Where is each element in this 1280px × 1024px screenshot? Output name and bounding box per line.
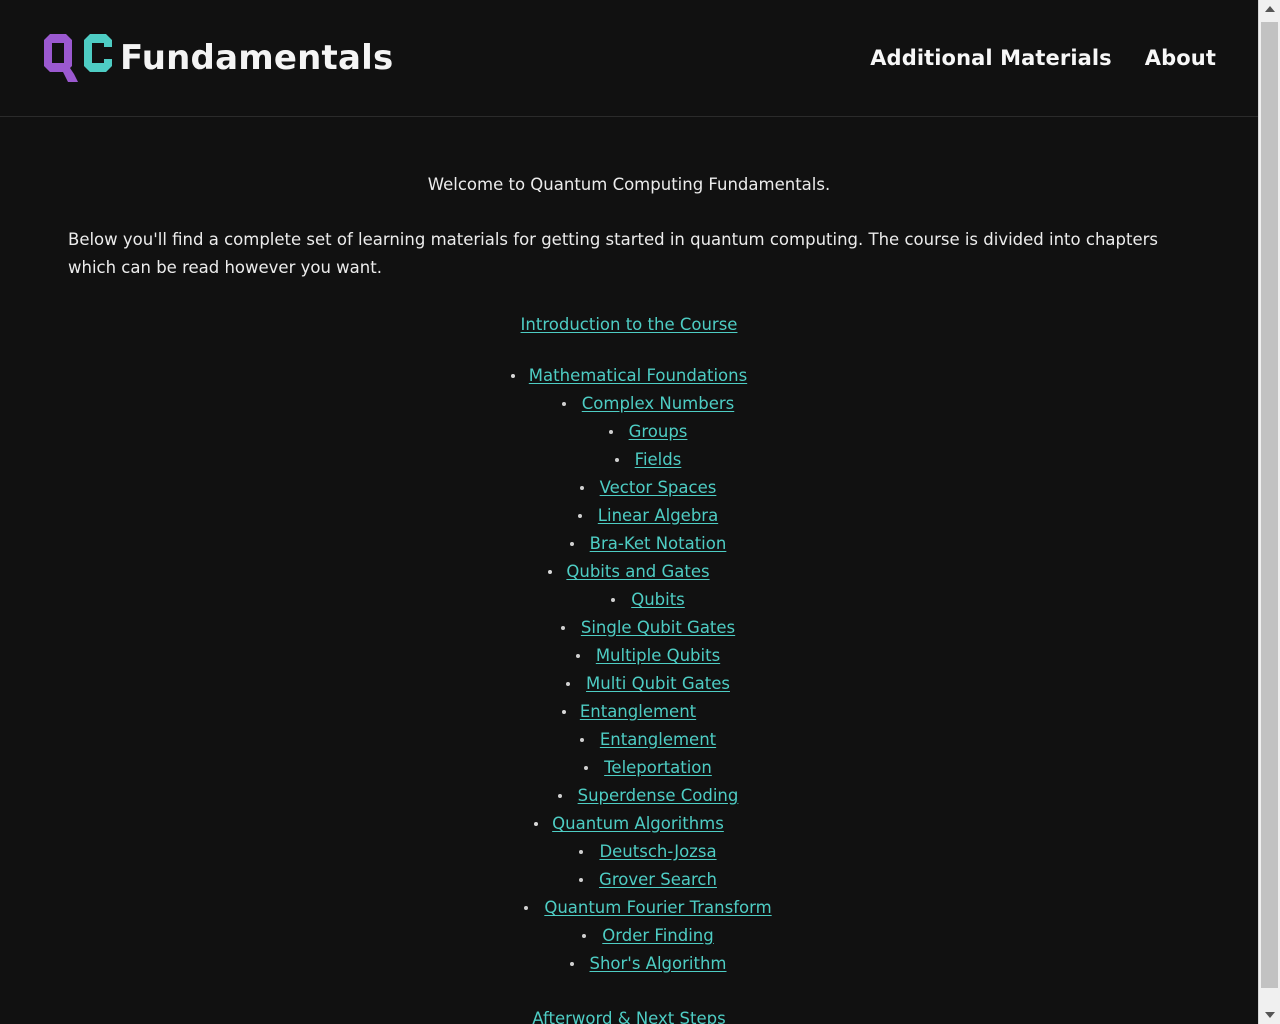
topic-item: Teleportation [68,754,1190,782]
chapter-link[interactable]: Entanglement [580,702,696,721]
topic-item: Deutsch-Jozsa [68,838,1190,866]
topic-link[interactable]: Multi Qubit Gates [586,674,730,693]
topic-link[interactable]: Order Finding [602,926,713,945]
main-navigation: Additional Materials About [870,46,1234,70]
topic-bullet-line: Deutsch-Jozsa [579,838,717,866]
topic-bullet-line: Order Finding [582,922,714,950]
topic-link[interactable]: Teleportation [604,758,712,777]
chapter-bullet-line: Quantum Algorithms [534,810,724,838]
topic-bullet-line: Single Qubit Gates [560,614,735,642]
link-introduction-to-the-course[interactable]: Introduction to the Course [521,315,738,334]
link-afterword-next-steps[interactable]: Afterword & Next Steps [532,1009,725,1024]
topic-item: Vector Spaces [68,474,1190,502]
chapter-bullet-line: Qubits and Gates [548,558,710,586]
main-content: Welcome to Quantum Computing Fundamental… [0,117,1258,1024]
topic-item: Complex Numbers [68,390,1190,418]
topic-bullet-line: Superdense Coding [557,782,739,810]
topic-item: Qubits [68,586,1190,614]
topic-link[interactable]: Superdense Coding [578,786,739,805]
afterword-link-row: Afterword & Next Steps [68,978,1190,1024]
topic-link[interactable]: Single Qubit Gates [581,618,735,637]
topic-bullet-line: Bra-Ket Notation [569,530,727,558]
chapter-link[interactable]: Qubits and Gates [566,562,709,581]
chapter-bullet-line: Mathematical Foundations [510,362,747,390]
topic-link[interactable]: Quantum Fourier Transform [544,898,771,917]
topic-bullet-line: Fields [614,446,682,474]
site-header: Fundamentals Additional Materials About [0,0,1258,117]
topic-item: Shor's Algorithm [68,950,1190,978]
topic-bullet-line: Vector Spaces [579,474,717,502]
chapter-link[interactable]: Mathematical Foundations [529,366,747,385]
topic-item: Grover Search [68,866,1190,894]
chapter-item: Entanglement Entanglement Teleportation Sup… [68,698,1190,810]
topic-link[interactable]: Fields [635,450,682,469]
welcome-text: Welcome to Quantum Computing Fundamental… [427,175,831,194]
scroll-up-arrow-icon [1264,6,1275,12]
chapter-item: Qubits and Gates Qubits Single Qubit Gates… [68,558,1190,698]
chapter-item: Quantum Algorithms Deutsch-Jozsa Grover Se… [68,810,1190,978]
topic-list: Qubits Single Qubit Gates Multiple Qubits M… [68,586,1190,698]
topic-item: Linear Algebra [68,502,1190,530]
topic-link[interactable]: Multiple Qubits [596,646,720,665]
topic-bullet-line: Qubits [611,586,685,614]
topic-link[interactable]: Shor's Algorithm [590,954,727,973]
topic-link[interactable]: Deutsch-Jozsa [599,842,716,861]
topic-bullet-line: Shor's Algorithm [569,950,727,978]
topic-link[interactable]: Complex Numbers [582,394,735,413]
topic-item: Order Finding [68,922,1190,950]
topic-item: Entanglement [68,726,1190,754]
chapter-item: Mathematical Foundations Complex Numbers G… [68,362,1190,558]
brand-wordmark: Fundamentals [120,38,394,78]
topic-item: Single Qubit Gates [68,614,1190,642]
intro-paragraph: Below you'll find a complete set of lear… [68,230,1158,278]
scroll-up-button[interactable] [1259,0,1280,18]
topic-item: Groups [68,418,1190,446]
topic-item: Fields [68,446,1190,474]
topic-link[interactable]: Bra-Ket Notation [590,534,727,553]
topic-bullet-line: Complex Numbers [561,390,735,418]
topic-list: Deutsch-Jozsa Grover Search Quantum Fourie… [68,838,1190,978]
qc-logo-icon [40,30,118,86]
topic-item: Quantum Fourier Transform [68,894,1190,922]
scroll-down-button[interactable] [1259,1006,1280,1024]
topic-link[interactable]: Entanglement [600,730,716,749]
nav-link-about[interactable]: About [1145,46,1216,70]
topic-bullet-line: Linear Algebra [577,502,718,530]
topic-link[interactable]: Linear Algebra [598,506,718,525]
scrollbar-thumb[interactable] [1261,22,1278,988]
topic-item: Multiple Qubits [68,642,1190,670]
topic-list: Complex Numbers Groups Fields Vector Spaces… [68,390,1190,558]
topic-bullet-line: Quantum Fourier Transform [524,894,772,922]
topic-list: Entanglement Teleportation Superdense Codi… [68,726,1190,810]
topic-link[interactable]: Grover Search [599,870,717,889]
topic-link[interactable]: Vector Spaces [600,478,717,497]
topic-bullet-line: Grover Search [579,866,717,894]
topic-item: Superdense Coding [68,782,1190,810]
intro-link-row: Introduction to the Course [68,282,1190,339]
topic-bullet-line: Multi Qubit Gates [566,670,730,698]
topic-link[interactable]: Qubits [631,590,685,609]
topic-bullet-line: Groups [608,418,688,446]
chapter-bullet-line: Entanglement [561,698,696,726]
topic-bullet-line: Multiple Qubits [575,642,720,670]
brand-logo-link[interactable]: Fundamentals [40,30,393,86]
topic-bullet-line: Teleportation [584,754,712,782]
vertical-scrollbar[interactable] [1258,0,1280,1024]
scroll-down-arrow-icon [1264,1012,1275,1018]
topic-item: Multi Qubit Gates [68,670,1190,698]
nav-link-additional-materials[interactable]: Additional Materials [870,46,1112,70]
page-root: Fundamentals Additional Materials About … [0,0,1258,1024]
topic-bullet-line: Entanglement [579,726,716,754]
chapter-list: Mathematical Foundations Complex Numbers G… [68,340,1190,978]
chapter-link[interactable]: Quantum Algorithms [552,814,724,833]
topic-link[interactable]: Groups [629,422,688,441]
topic-item: Bra-Ket Notation [68,530,1190,558]
